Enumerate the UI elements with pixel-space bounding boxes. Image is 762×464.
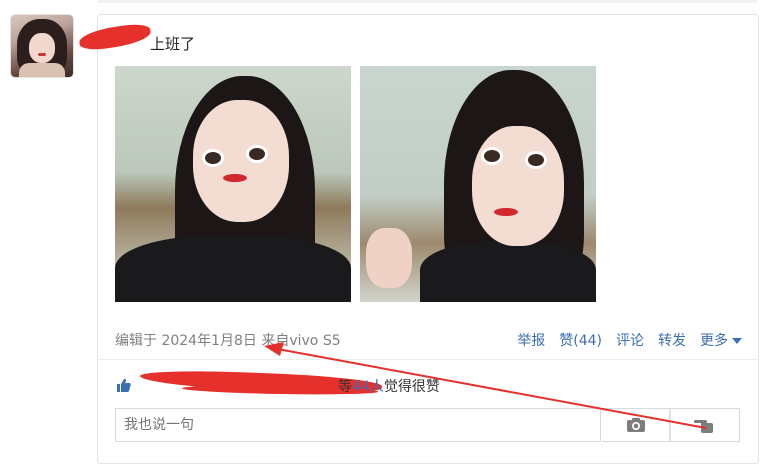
more-label: 更多 [700,333,728,349]
top-rule [97,0,757,3]
like-link[interactable]: 赞(44) [559,330,602,350]
thumbs-up-icon [117,378,131,392]
likes-post: 觉得很赞 [383,379,440,395]
post-photo-1[interactable] [115,66,351,302]
more-menu[interactable]: 更多 [700,330,742,350]
camera-icon [626,418,645,432]
post-actions: 举报 赞(44) 评论 转发 更多 [517,330,742,350]
camera-button[interactable] [602,408,670,442]
comment-input[interactable] [115,408,601,442]
report-link[interactable]: 举报 [517,330,545,350]
post-meta: 编辑于 2024年1月8日 来自vivo S5 [115,333,341,349]
likes-pre: 等 [338,379,352,395]
post-photo-2[interactable] [360,66,596,302]
avatar[interactable] [11,15,73,77]
pointing-hand-icon [694,420,713,433]
likes-summary: 等44人觉得很赞 [338,376,440,396]
post-text: 上班了 [150,35,196,53]
comment-link[interactable]: 评论 [616,330,644,350]
repost-link[interactable]: 转发 [658,330,686,350]
likes-count[interactable]: 44人 [352,379,384,395]
caret-down-icon [732,338,742,344]
like-button[interactable] [670,408,740,442]
divider [97,359,759,360]
